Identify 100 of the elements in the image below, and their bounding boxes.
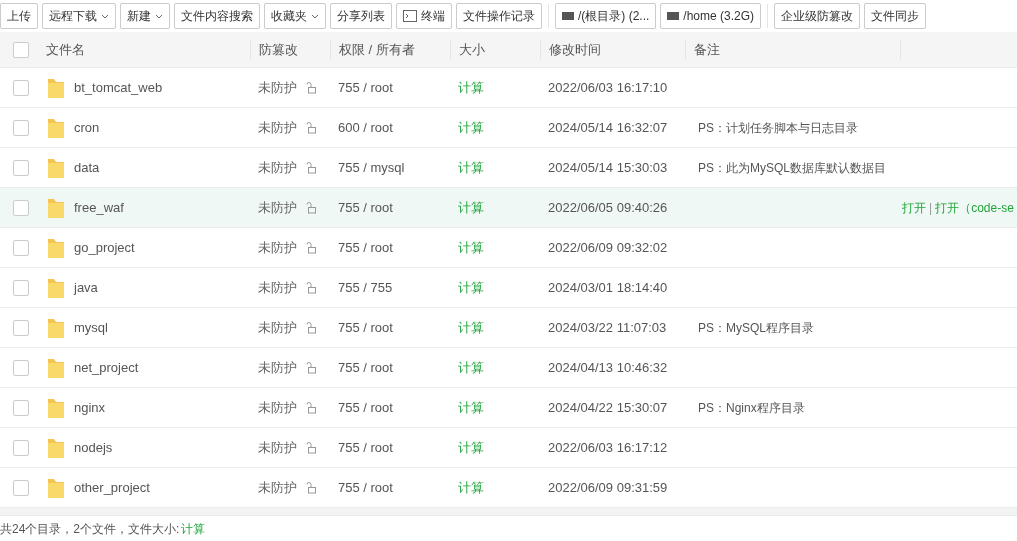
- unlock-icon: [305, 361, 317, 374]
- modified-time: 2024/05/14 15:30:03: [548, 159, 668, 175]
- folder-icon: [47, 156, 65, 179]
- protect-status: 未防护: [258, 238, 297, 257]
- file-name[interactable]: other_project: [74, 477, 150, 498]
- folder-icon: [47, 76, 65, 99]
- unlock-icon: [305, 201, 317, 214]
- protect-status: 未防护: [258, 478, 297, 497]
- file-row[interactable]: free_waf 未防护 755 / root 计算 2022/06/05 09:40:26 打开 | 打开（code-se: [0, 188, 1017, 228]
- file-name[interactable]: nginx: [74, 397, 106, 418]
- toolbar-button[interactable]: 上传: [0, 3, 38, 29]
- modified-time: 2024/03/01 18:14:40: [548, 279, 668, 295]
- action-separator: |: [929, 199, 933, 217]
- unlock-icon: [305, 281, 317, 294]
- file-name[interactable]: data: [74, 157, 100, 178]
- permission-owner[interactable]: 755 / root: [338, 79, 393, 95]
- file-name[interactable]: free_waf: [74, 197, 124, 218]
- permission-owner[interactable]: 755 / root: [338, 239, 393, 255]
- permission-owner[interactable]: 755 / 755: [338, 279, 393, 295]
- row-checkbox[interactable]: [12, 359, 29, 376]
- modified-time: 2024/04/13 10:46:32: [548, 359, 668, 375]
- modified-time: 2022/06/09 09:32:02: [548, 239, 668, 255]
- toolbar-button[interactable]: /(根目录) (2...: [555, 3, 657, 29]
- column-header: 文件名: [46, 40, 85, 59]
- row-checkbox[interactable]: [12, 399, 29, 416]
- unlock-icon: [305, 401, 317, 414]
- file-name[interactable]: cron: [74, 117, 100, 138]
- permission-owner[interactable]: 755 / root: [338, 359, 393, 375]
- file-name[interactable]: java: [74, 277, 98, 298]
- toolbar-button[interactable]: 远程下载: [42, 3, 116, 29]
- note-text: PS：MySQL程序目录: [698, 320, 814, 335]
- unlock-icon: [305, 81, 317, 94]
- column-header: 防篡改: [259, 40, 298, 59]
- status-summary: 共24个目录，2个文件，文件大小:: [0, 521, 180, 538]
- modified-time: 2024/05/14 16:32:07: [548, 119, 668, 135]
- folder-icon: [47, 356, 65, 379]
- column-header: 备注: [694, 40, 720, 59]
- row-checkbox[interactable]: [12, 199, 29, 216]
- unlock-icon: [305, 321, 317, 334]
- protect-status: 未防护: [258, 318, 297, 337]
- file-name[interactable]: go_project: [74, 237, 135, 258]
- modified-time: 2024/04/22 15:30:07: [548, 399, 668, 415]
- toolbar-button[interactable]: 文件操作记录: [456, 3, 542, 29]
- permission-owner[interactable]: 755 / root: [338, 399, 393, 415]
- toolbar-button[interactable]: 企业级防篡改: [774, 3, 861, 29]
- file-name[interactable]: nodejs: [74, 437, 113, 458]
- row-checkbox[interactable]: [12, 119, 29, 136]
- unlock-icon: [305, 161, 317, 174]
- permission-owner[interactable]: 755 / root: [338, 199, 393, 215]
- folder-icon: [47, 436, 65, 459]
- caret-icon: [101, 13, 109, 19]
- note-text: PS：Nginx程序目录: [698, 400, 805, 415]
- row-checkbox[interactable]: [12, 159, 29, 176]
- modified-time: 2022/06/03 16:17:10: [548, 79, 668, 95]
- folder-icon: [47, 116, 65, 139]
- protect-status: 未防护: [258, 198, 297, 217]
- file-name[interactable]: bt_tomcat_web: [74, 77, 163, 98]
- row-checkbox[interactable]: [12, 239, 29, 256]
- toolbar-button[interactable]: 文件内容搜索: [174, 3, 260, 29]
- permission-owner[interactable]: 755 / root: [338, 479, 393, 495]
- protect-status: 未防护: [258, 438, 297, 457]
- toolbar-button[interactable]: 分享列表: [330, 3, 392, 29]
- file-name[interactable]: mysql: [74, 317, 108, 338]
- select-all-checkbox[interactable]: [12, 41, 29, 58]
- unlock-icon: [305, 441, 317, 454]
- row-checkbox[interactable]: [12, 319, 29, 336]
- permission-owner[interactable]: 755 / root: [338, 319, 393, 335]
- unlock-icon: [305, 241, 317, 254]
- unlock-icon: [305, 481, 317, 494]
- row-checkbox[interactable]: [12, 79, 29, 96]
- unlock-icon: [305, 121, 317, 134]
- caret-icon: [155, 13, 163, 19]
- toolbar-button[interactable]: 文件同步: [864, 3, 927, 29]
- permission-owner[interactable]: 755 / root: [338, 439, 393, 455]
- file-name[interactable]: net_project: [74, 357, 139, 378]
- row-checkbox[interactable]: [12, 279, 29, 296]
- folder-icon: [47, 396, 65, 419]
- row-checkbox[interactable]: [12, 479, 29, 496]
- row-checkbox[interactable]: [12, 439, 29, 456]
- protect-status: 未防护: [258, 78, 297, 97]
- protect-status: 未防护: [258, 398, 297, 417]
- toolbar-button[interactable]: 收藏夹: [264, 3, 326, 29]
- folder-icon: [47, 316, 65, 339]
- toolbar-button[interactable]: /home (3.2G): [660, 3, 762, 29]
- folder-icon: [47, 476, 65, 499]
- column-header: 修改时间: [549, 40, 601, 59]
- folder-icon: [47, 196, 65, 219]
- protect-status: 未防护: [258, 278, 297, 297]
- folder-icon: [47, 236, 65, 259]
- column-header: 权限 / 所有者: [339, 40, 415, 59]
- protect-status: 未防护: [258, 358, 297, 377]
- column-header: 大小: [459, 40, 485, 59]
- permission-owner[interactable]: 755 / mysql: [338, 159, 405, 175]
- toolbar-button[interactable]: 新建: [120, 3, 170, 29]
- permission-owner[interactable]: 600 / root: [338, 119, 393, 135]
- protect-status: 未防护: [258, 158, 297, 177]
- folder-icon: [47, 276, 65, 299]
- toolbar-button[interactable]: 终端: [396, 3, 452, 29]
- note-text: PS：计划任务脚本与日志目录: [698, 120, 858, 135]
- terminal-icon: [403, 10, 417, 22]
